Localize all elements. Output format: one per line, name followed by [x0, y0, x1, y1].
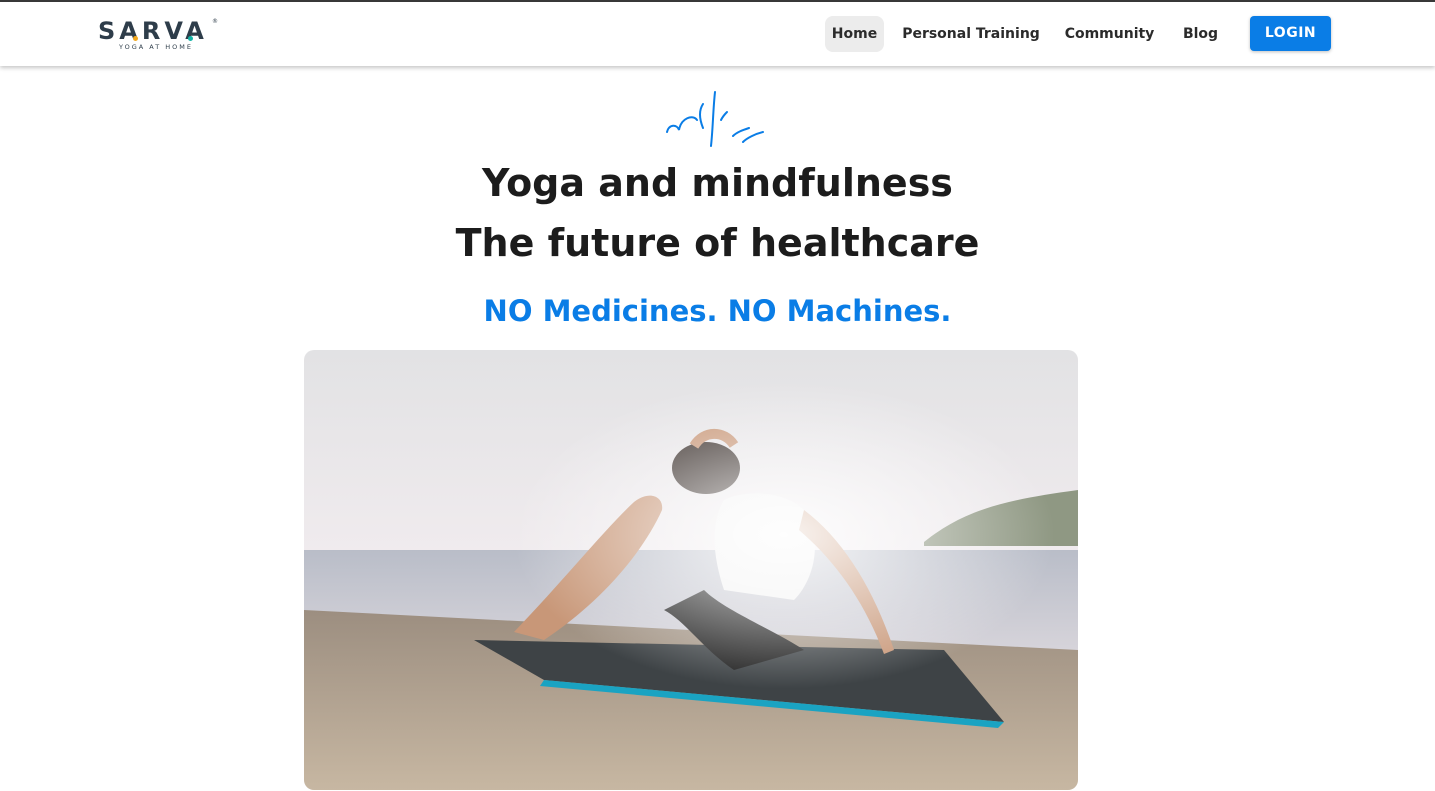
nav-blog-label: Blog	[1182, 26, 1219, 42]
hero-image	[304, 350, 1078, 790]
hero-headline-line2: The future of healthcare	[455, 221, 980, 265]
nav-blog[interactable]: Blog	[1178, 16, 1223, 52]
logo-registered-mark: ®	[212, 18, 218, 25]
yoga-pose-beach-photo	[304, 350, 1078, 790]
logo-dot-orange	[133, 36, 138, 41]
logo-dot-teal	[188, 36, 193, 41]
nav-personal-training[interactable]: Personal Training	[900, 16, 1042, 52]
hero-tagline: NO Medicines. NO Machines.	[483, 294, 952, 328]
nav-community-label: Community	[1064, 26, 1155, 42]
sarva-logo[interactable]: SARVA ® YOGA AT HOME	[98, 18, 222, 52]
login-button[interactable]: LOGIN	[1250, 16, 1331, 51]
nav-community[interactable]: Community	[1059, 16, 1160, 52]
hero-headline-line1: Yoga and mindfulness	[482, 161, 953, 205]
nav-home-label: Home	[831, 26, 878, 42]
nav-personal-training-label: Personal Training	[902, 26, 1040, 42]
nav-home[interactable]: Home	[825, 16, 884, 52]
sparkle-doodle-icon	[666, 91, 764, 147]
site-header: SARVA ® YOGA AT HOME Home Personal Train…	[0, 2, 1435, 66]
logo-subtitle: YOGA AT HOME	[119, 43, 193, 51]
